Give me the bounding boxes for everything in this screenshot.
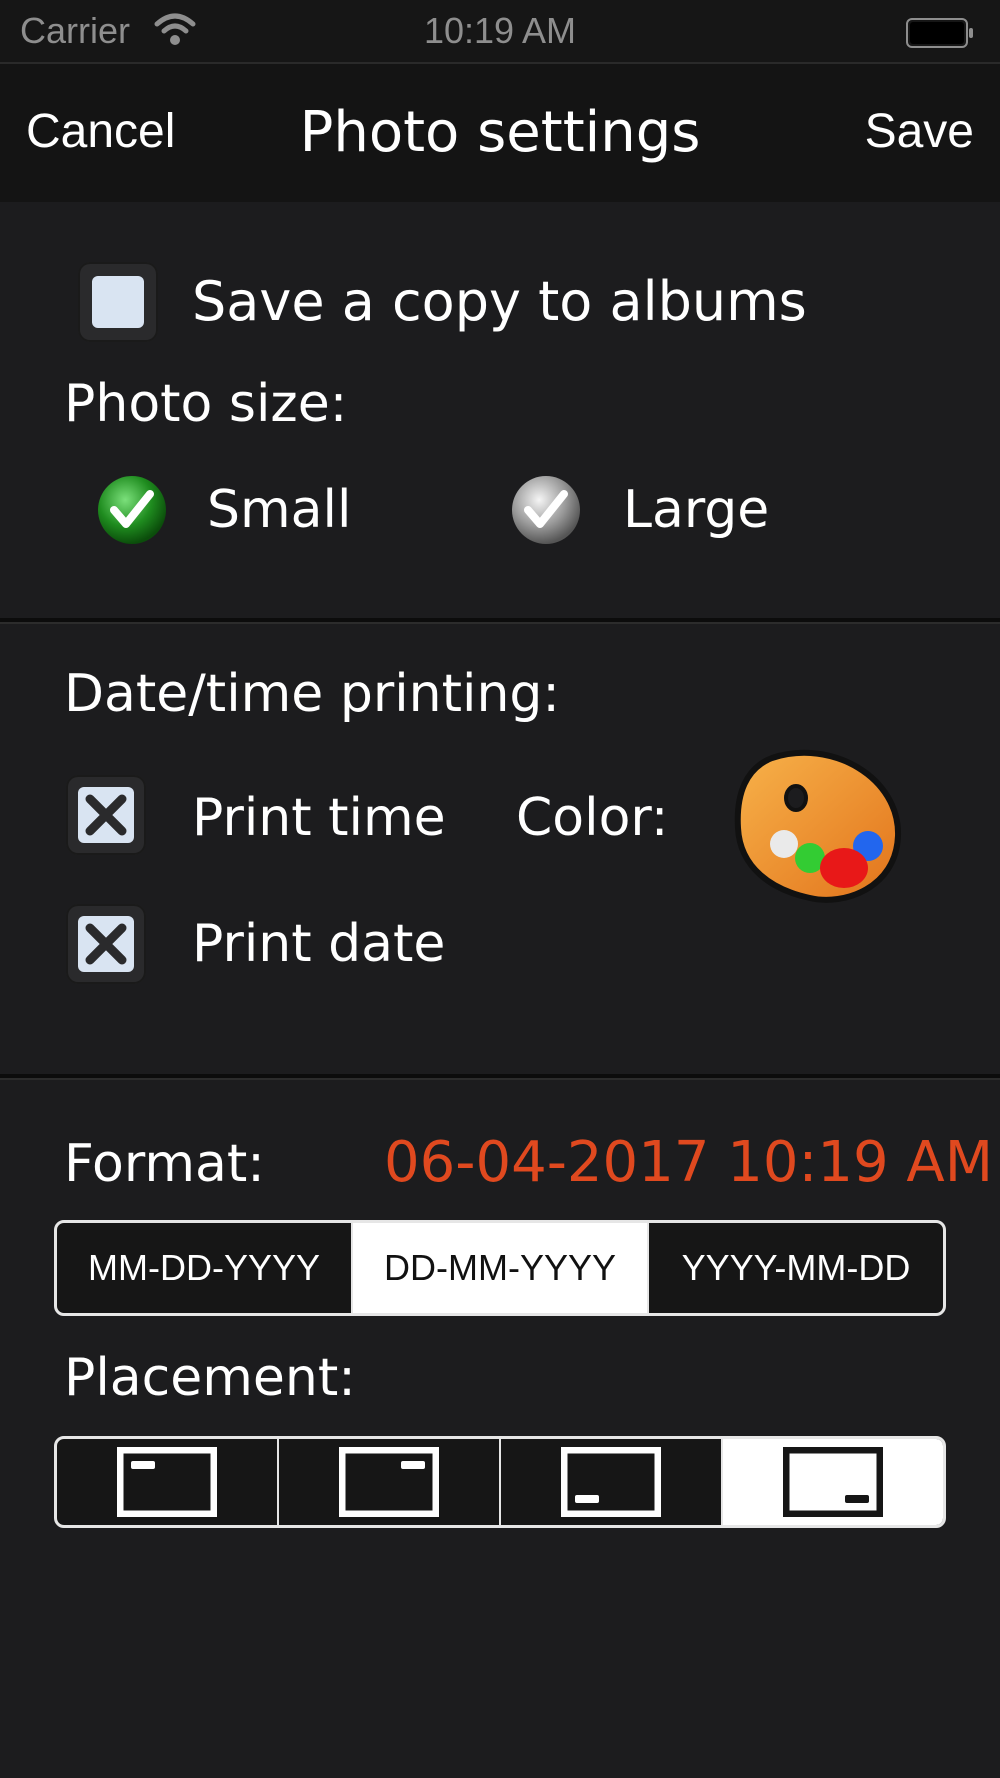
print-date-checkbox[interactable] [66, 904, 146, 984]
format-label: Format: [64, 1134, 265, 1194]
format-option-yyyy-mm-dd[interactable]: YYYY-MM-DD [649, 1223, 943, 1313]
format-option-mm-dd-yyyy[interactable]: MM-DD-YYYY [57, 1223, 353, 1313]
placement-segmented-control[interactable] [54, 1436, 946, 1528]
nav-bar: Cancel Photo settings Save [0, 64, 1000, 202]
radio-large-unselected-icon[interactable] [510, 474, 582, 546]
checkbox-checked-x-icon [78, 916, 134, 972]
placement-option-top-left[interactable] [57, 1439, 279, 1525]
save-button[interactable]: Save [865, 104, 974, 159]
section-divider [0, 1074, 1000, 1080]
section-divider [0, 618, 1000, 624]
palette-icon[interactable] [732, 748, 904, 910]
battery-icon [906, 18, 973, 48]
placement-bottom-right-icon [783, 1447, 883, 1517]
status-time: 10:19 AM [423, 10, 577, 51]
placement-bottom-left-icon [561, 1447, 661, 1517]
placement-top-right-icon [339, 1447, 439, 1517]
photo-size-small-label[interactable]: Small [207, 480, 351, 540]
photo-size-label: Photo size: [64, 374, 348, 434]
color-label: Color: [516, 788, 669, 848]
checkbox-unchecked-icon [92, 276, 144, 328]
placement-option-top-right[interactable] [279, 1439, 501, 1525]
radio-small-selected-icon[interactable] [96, 474, 168, 546]
photo-size-large-label[interactable]: Large [623, 480, 769, 540]
format-preview: 06-04-2017 10:19 AM [384, 1130, 994, 1195]
save-to-albums-label: Save a copy to albums [192, 270, 807, 333]
checkbox-checked-x-icon [78, 787, 134, 843]
placement-option-bottom-left[interactable] [501, 1439, 723, 1525]
placement-option-bottom-right[interactable] [723, 1439, 943, 1525]
save-to-albums-checkbox[interactable] [78, 262, 158, 342]
print-time-label: Print time [192, 788, 446, 848]
print-time-checkbox[interactable] [66, 775, 146, 855]
format-segmented-control[interactable]: MM-DD-YYYY DD-MM-YYYY YYYY-MM-DD [54, 1220, 946, 1316]
status-bar: Carrier 10:19 AM [0, 0, 1000, 64]
placement-label: Placement: [64, 1348, 356, 1408]
format-option-dd-mm-yyyy[interactable]: DD-MM-YYYY [353, 1223, 649, 1313]
placement-top-left-icon [117, 1447, 217, 1517]
date-time-printing-label: Date/time printing: [64, 664, 560, 724]
print-date-label: Print date [192, 914, 446, 974]
page-title: Photo settings [299, 100, 701, 165]
